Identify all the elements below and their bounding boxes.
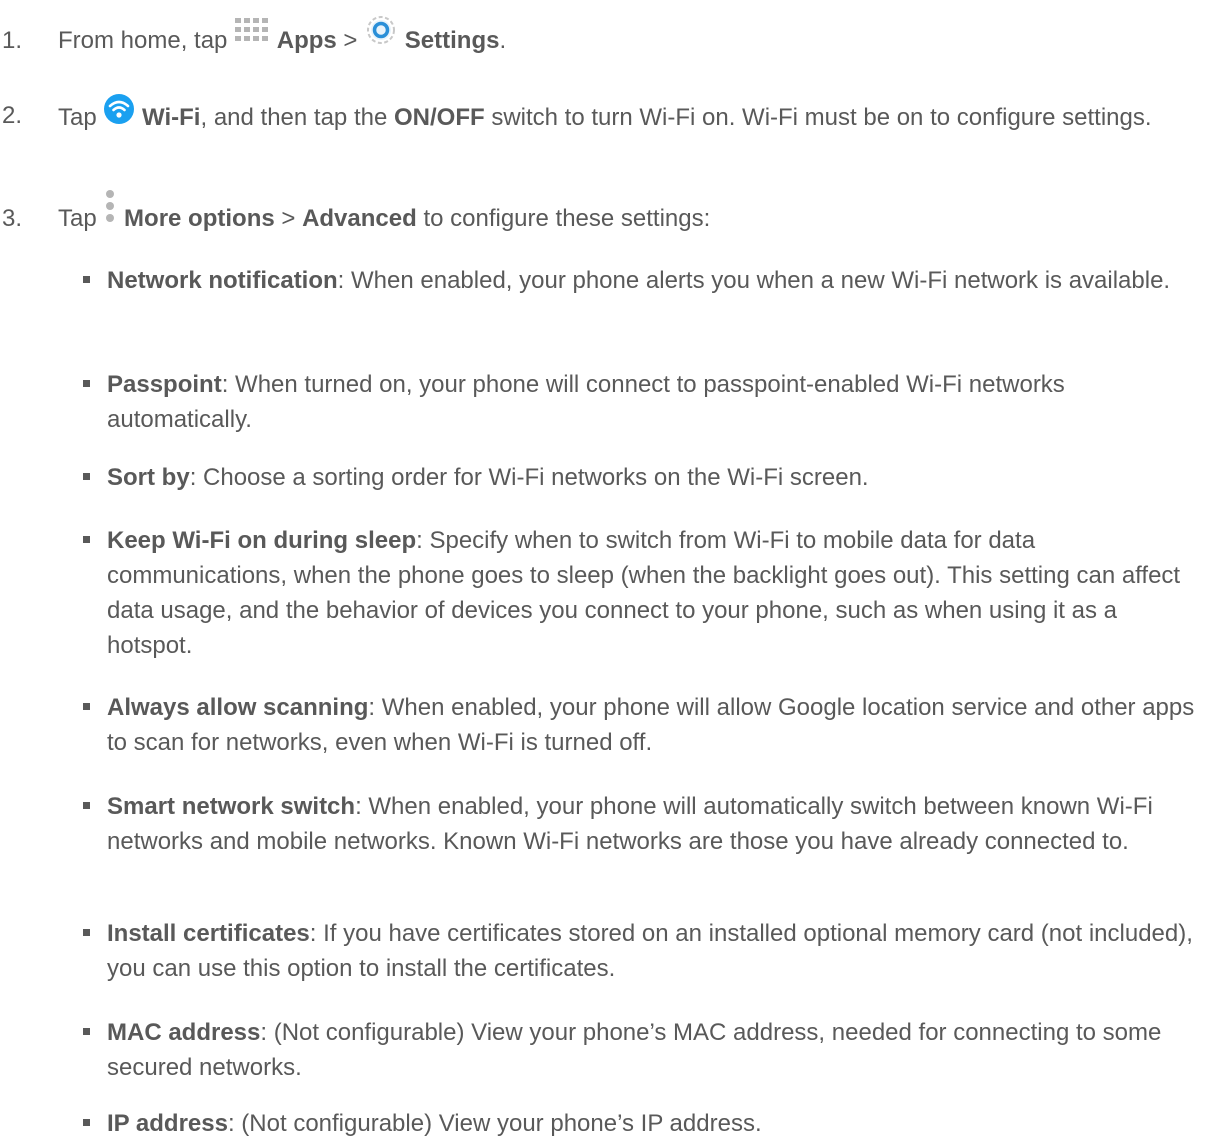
setting-name: MAC address xyxy=(107,1019,261,1046)
setting-name: Network notification xyxy=(107,267,338,294)
step-number: 2. xyxy=(2,102,23,129)
bullet-marker xyxy=(83,276,90,283)
more-options-label: More options xyxy=(124,205,275,232)
more-options-icon xyxy=(103,189,117,233)
setting-description: : (Not configurable) View your phone’s I… xyxy=(227,1110,762,1137)
apps-label: Apps xyxy=(276,27,337,54)
setting-name: Smart network switch xyxy=(107,793,356,820)
step-number: 1. xyxy=(2,27,23,54)
setting-description: : When turned on, your phone will connec… xyxy=(107,371,1065,433)
settings-gear-icon xyxy=(364,14,398,56)
step-text: Tap More options > Advanced to configure… xyxy=(58,189,1188,236)
setting-description: : Choose a sorting order for Wi-Fi netwo… xyxy=(189,464,869,491)
bullet-marker xyxy=(83,802,90,809)
setting-name: Keep Wi-Fi on during sleep xyxy=(107,527,417,554)
setting-description: : When enabled, your phone alerts you wh… xyxy=(337,267,1171,294)
setting-description: : (Not configurable) View your phone’s M… xyxy=(107,1019,1162,1081)
on-off-label: ON/OFF xyxy=(393,104,485,131)
bullet-marker xyxy=(83,1119,90,1126)
bullet-marker xyxy=(83,703,90,710)
step-text: From home, tap Apps > Settings. xyxy=(58,15,1188,58)
apps-grid-icon xyxy=(234,17,270,53)
advanced-label: Advanced xyxy=(302,205,417,232)
setting-name: Passpoint xyxy=(107,371,222,398)
instructions-document: 1. From home, tap Apps > Settings. 2. Ta… xyxy=(0,0,1215,1143)
bullet-marker xyxy=(83,380,90,387)
step-text: Tap Wi-Fi, and then tap the ON/OFF switc… xyxy=(58,94,1188,136)
setting-name: Always allow scanning xyxy=(107,694,369,721)
setting-name: Install certificates xyxy=(107,920,310,947)
wifi-label: Wi-Fi xyxy=(142,104,201,131)
bullet-marker xyxy=(83,929,90,936)
wifi-icon xyxy=(103,93,135,136)
bullet-marker xyxy=(83,473,90,480)
setting-name: IP address xyxy=(107,1110,228,1137)
bullet-marker xyxy=(83,536,90,543)
bullet-marker xyxy=(83,1028,90,1035)
setting-name: Sort by xyxy=(107,464,190,491)
step-number: 3. xyxy=(2,205,23,232)
settings-label: Settings xyxy=(404,27,500,54)
